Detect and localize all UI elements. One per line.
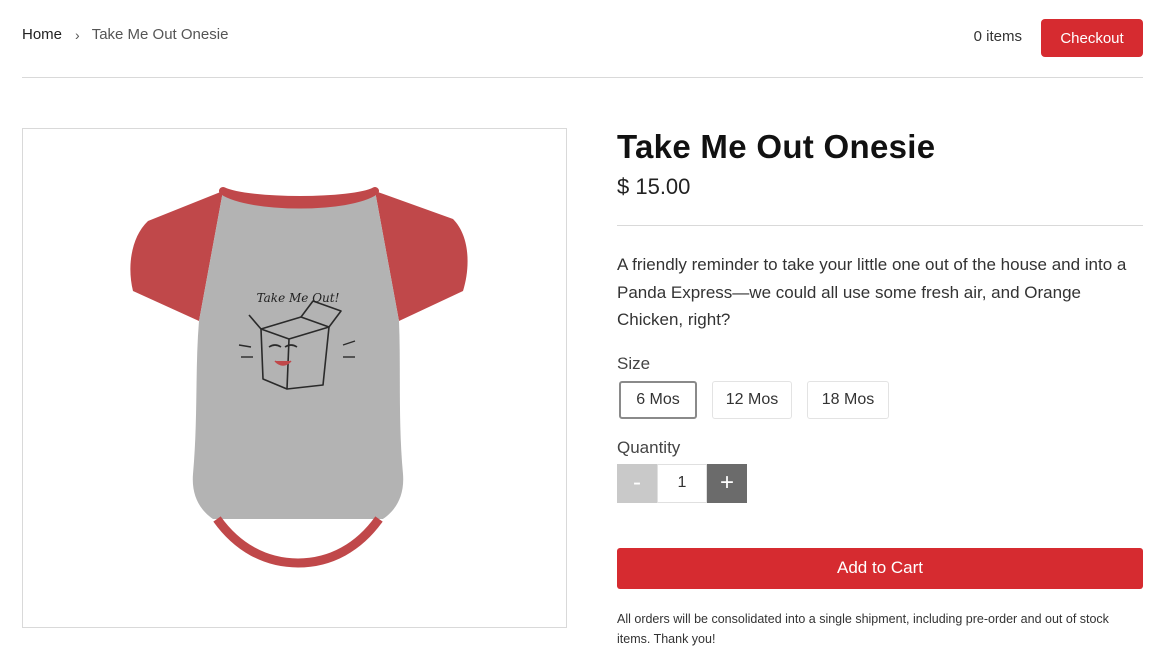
size-option-18-mos[interactable]: 18 Mos (807, 380, 889, 419)
shipping-note: All orders will be consolidated into a s… (617, 611, 1109, 646)
quantity-increase-button[interactable]: + (707, 463, 747, 503)
quantity-label: Quantity (617, 437, 681, 457)
breadcrumb: Home › Take Me Out Onesie (22, 26, 228, 43)
site-header: Home › Take Me Out Onesie 0 items Checko… (22, 0, 1143, 78)
quantity-stepper: - + (617, 463, 1143, 503)
divider (617, 225, 1143, 226)
product-description: A friendly reminder to take your little … (617, 255, 1127, 329)
quantity-decrease-button[interactable]: - (617, 463, 657, 503)
onesie-print-text: Take Me Out! (257, 291, 340, 305)
size-option-6-mos[interactable]: 6 Mos (619, 380, 697, 419)
product-image[interactable]: Take Me Out! (22, 128, 567, 628)
snap (313, 521, 321, 529)
snap (269, 519, 277, 527)
cart-item-count[interactable]: 0 items (974, 28, 1022, 45)
onesie-illustration: Take Me Out! (130, 187, 468, 569)
breadcrumb-home-link[interactable]: Home (22, 26, 62, 43)
quantity-input[interactable] (657, 463, 707, 503)
product-title: Take Me Out Onesie (617, 128, 936, 165)
checkout-button[interactable]: Checkout (1041, 19, 1143, 57)
product-price: $ 15.00 (617, 174, 691, 199)
size-options: 6 Mos 12 Mos 18 Mos (619, 380, 1143, 419)
product-info: Take Me Out Onesie $ 15.00 A friendly re… (617, 128, 1143, 649)
onesie-body (192, 191, 404, 547)
size-option-12-mos[interactable]: 12 Mos (712, 380, 792, 419)
add-to-cart-button[interactable]: Add to Cart (617, 547, 1143, 589)
neck-trim (219, 187, 379, 209)
size-label: Size (617, 353, 651, 373)
breadcrumb-current: Take Me Out Onesie (91, 26, 229, 43)
snap (291, 519, 299, 527)
breadcrumb-separator: › (75, 26, 80, 43)
